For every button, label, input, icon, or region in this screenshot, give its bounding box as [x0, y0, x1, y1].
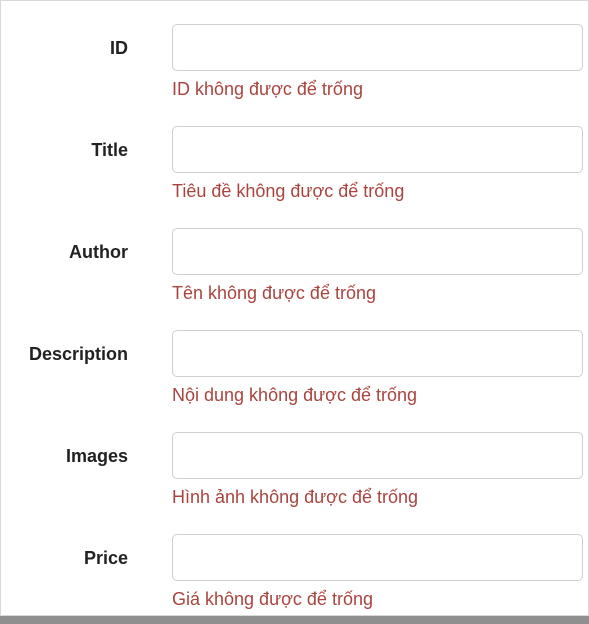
field-label: Description [28, 344, 128, 364]
price-input[interactable] [172, 534, 583, 581]
field-row-title: Title Tiêu đề không được để trống [0, 126, 589, 216]
field-label: Price [83, 548, 128, 568]
form-panel: ID ID không được để trống Title Tiêu đề … [0, 0, 589, 616]
field-label: Author [69, 242, 128, 262]
title-input[interactable] [172, 126, 583, 173]
validation-error: Giá không được để trống [172, 589, 373, 609]
validation-error: Hình ảnh không được để trống [172, 487, 419, 507]
validation-error: Tiêu đề không được để trống [172, 181, 405, 201]
validation-error: Nội dung không được để trống [172, 385, 418, 405]
field-row-images: Images Hình ảnh không được để trống [0, 432, 589, 522]
description-input[interactable] [172, 330, 583, 377]
field-label: ID [110, 38, 128, 58]
field-row-description: Description Nội dung không được để trống [0, 330, 589, 420]
book-form: ID ID không được để trống Title Tiêu đề … [0, 0, 589, 616]
validation-error: Tên không được để trống [172, 283, 376, 303]
field-row-author: Author Tên không được để trống [0, 228, 589, 318]
field-row-id: ID ID không được để trống [0, 24, 589, 114]
field-label: Title [91, 140, 128, 160]
field-row-price: Price Giá không được để trống [0, 534, 589, 624]
field-label: Images [65, 446, 128, 466]
author-input[interactable] [172, 228, 583, 275]
validation-error: ID không được để trống [172, 79, 363, 99]
images-input[interactable] [172, 432, 583, 479]
id-input[interactable] [172, 24, 583, 71]
